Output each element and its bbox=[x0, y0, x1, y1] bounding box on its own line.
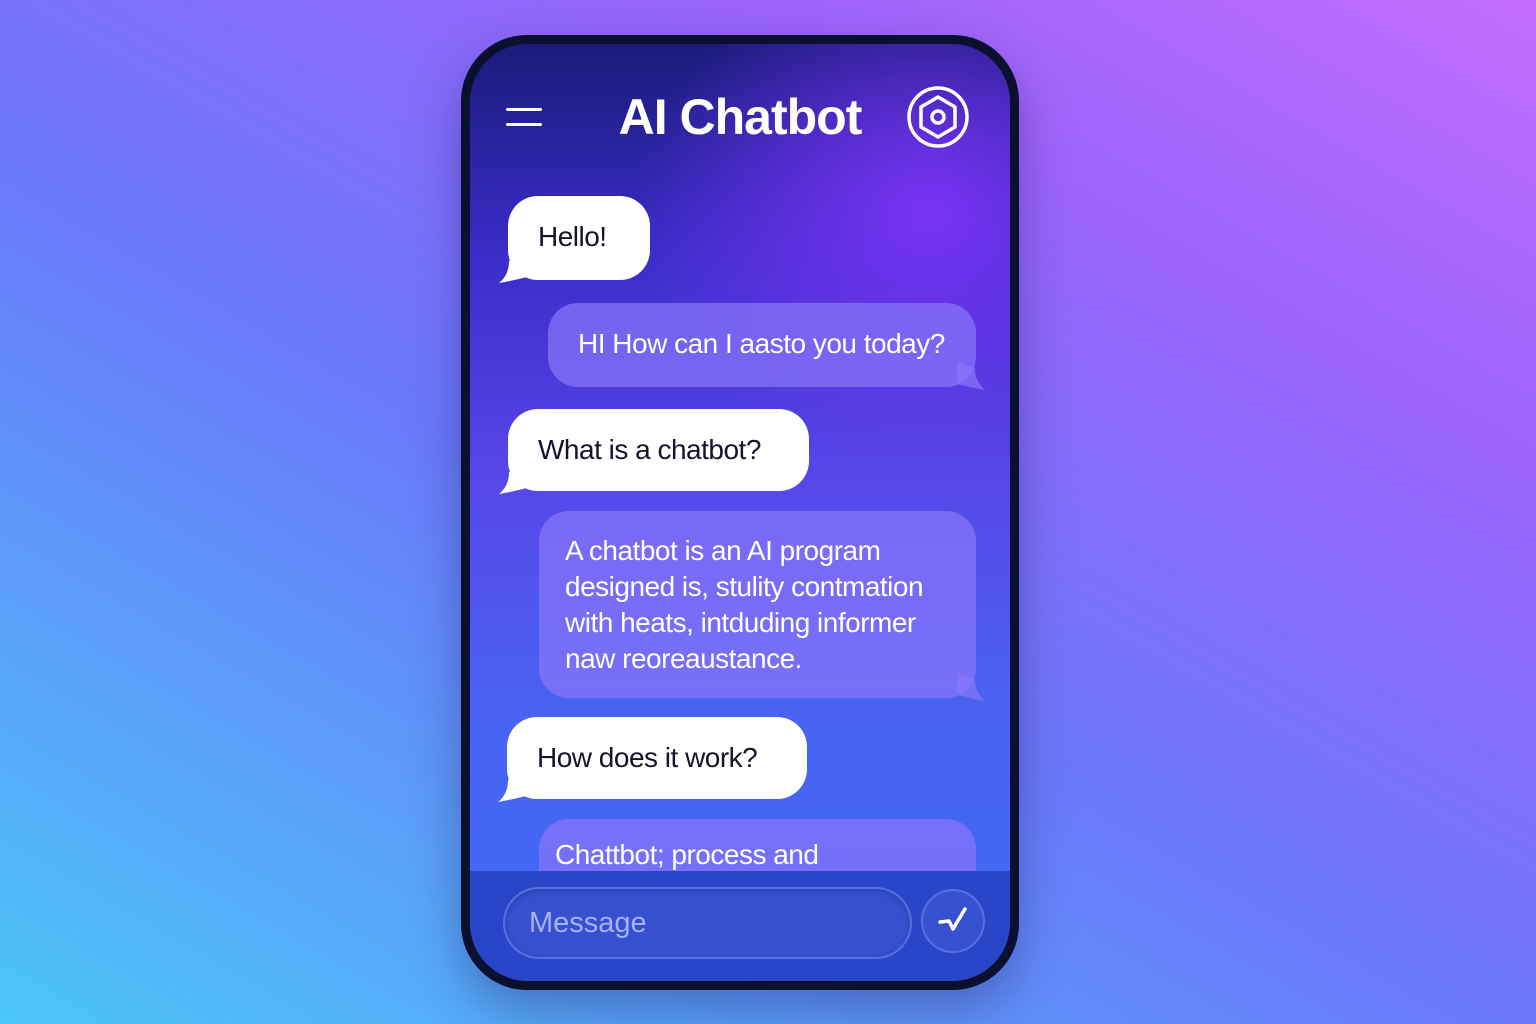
message-text: How does it work? bbox=[537, 742, 758, 773]
message-input[interactable] bbox=[505, 889, 910, 957]
message-text: Hello! bbox=[538, 221, 607, 252]
user-message: What is a chatbot? bbox=[499, 409, 809, 494]
user-message: How does it work? bbox=[498, 717, 807, 802]
message-text: What is a chatbot? bbox=[538, 434, 761, 465]
message-line: A chatbot is an AI program bbox=[565, 535, 881, 566]
message-line: naw reoreaustance. bbox=[565, 643, 802, 674]
user-message: Hello! bbox=[499, 196, 650, 283]
bubble-tail bbox=[499, 255, 527, 283]
bot-message: A chatbot is an AI program designed is, … bbox=[539, 511, 985, 701]
message-line: designed is, stulity contmation bbox=[565, 571, 924, 602]
message-text: HI How can I aasto you today? bbox=[578, 328, 945, 359]
bubble-tail bbox=[957, 673, 985, 701]
message-line: with heats, intduding informer bbox=[565, 607, 916, 638]
bubble-tail bbox=[499, 466, 527, 494]
chat-screen: AI Chatbot Hello! HI How can I aasto you… bbox=[470, 44, 1010, 981]
message-input-wrapper bbox=[503, 887, 912, 959]
bubble-tail bbox=[957, 362, 985, 390]
message-list: Hello! HI How can I aasto you today? Wha… bbox=[470, 44, 1010, 981]
phone-frame: AI Chatbot Hello! HI How can I aasto you… bbox=[461, 35, 1019, 990]
bot-message: HI How can I aasto you today? bbox=[548, 303, 985, 390]
send-button[interactable] bbox=[921, 889, 985, 953]
send-check-icon bbox=[938, 907, 967, 931]
message-composer bbox=[470, 871, 1010, 981]
bubble-tail bbox=[498, 774, 526, 802]
